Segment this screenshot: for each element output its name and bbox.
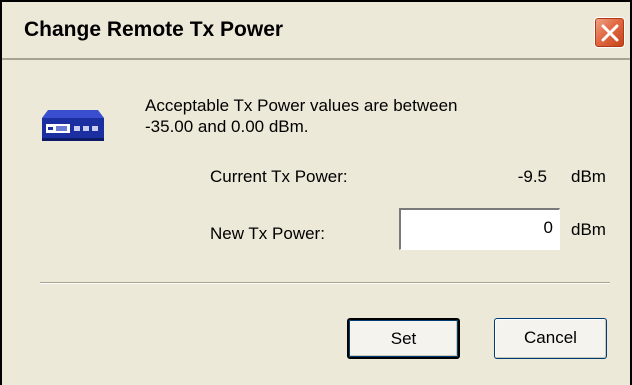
change-tx-power-dialog: Change Remote Tx Power Acceptable Tx Pow… (0, 0, 632, 385)
close-icon (601, 24, 619, 42)
network-device-icon (42, 110, 104, 141)
divider (40, 282, 610, 284)
current-tx-power-value: -9.5 (517, 167, 547, 186)
cancel-button[interactable]: Cancel (494, 318, 607, 359)
new-tx-power-label: New Tx Power: (210, 224, 325, 243)
current-tx-power-unit: dBm (571, 167, 606, 186)
set-button[interactable]: Set (347, 318, 460, 359)
range-info-line-2: -35.00 and 0.00 dBm. (145, 117, 309, 136)
dialog-title: Change Remote Tx Power (24, 18, 284, 41)
new-tx-power-unit: dBm (571, 220, 606, 239)
title-bar[interactable]: Change Remote Tx Power (2, 2, 630, 60)
range-info-line-1: Acceptable Tx Power values are between (145, 96, 458, 115)
new-tx-power-input[interactable] (399, 208, 560, 250)
close-button[interactable] (594, 17, 625, 48)
current-tx-power-label: Current Tx Power: (210, 167, 348, 186)
